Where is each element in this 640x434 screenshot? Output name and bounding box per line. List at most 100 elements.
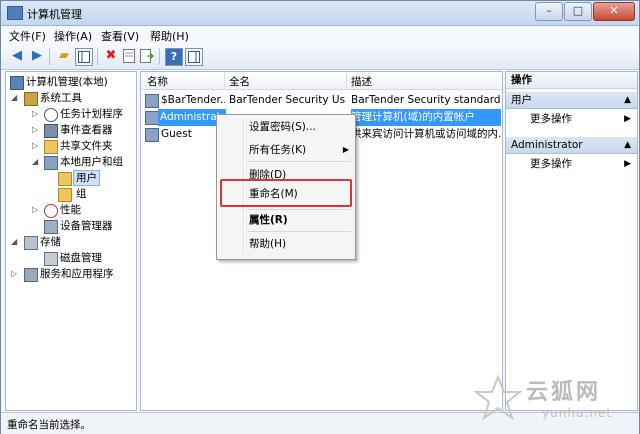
user-icon	[145, 111, 159, 125]
status-text: 重命名当前选择。	[7, 419, 91, 431]
actions-header-label: 操作	[511, 74, 532, 86]
event-viewer-icon	[44, 124, 58, 138]
actions-header: 操作	[506, 72, 637, 89]
menu-bar: 文件(F) 操作(A) 查看(V) 帮助(H)	[1, 26, 639, 44]
menu-view[interactable]: 查看(V)	[101, 28, 139, 44]
tree-label: 存储	[40, 236, 61, 248]
expanded-arrow-icon[interactable]: ◢	[11, 234, 17, 250]
tree-label: 共享文件夹	[60, 140, 113, 152]
user-icon	[145, 94, 159, 108]
tree-label: 设备管理器	[60, 220, 113, 232]
menu-separator	[247, 209, 351, 210]
watermark-cn: 云狐网	[526, 380, 602, 405]
folder-icon	[58, 188, 72, 202]
actions-pane: 操作 用户 ▲ 更多操作 ▶ Administrator ▲ 更多操作 ▶	[505, 71, 638, 411]
watermark-en: yunhu.net	[542, 406, 613, 420]
collapsed-arrow-icon[interactable]: ▷	[11, 266, 17, 282]
up-folder-icon[interactable]: ▰	[56, 48, 72, 64]
minimize-button[interactable]: –	[535, 2, 563, 21]
window-controls: – □ ✕	[534, 2, 635, 21]
shared-folder-icon	[44, 140, 58, 154]
collapsed-arrow-icon[interactable]: ▷	[32, 106, 38, 122]
column-header-fullname[interactable]: 全名	[229, 74, 250, 89]
services-icon	[24, 268, 38, 282]
toolbar-separator	[49, 48, 50, 65]
menu-separator	[247, 231, 351, 232]
menu-action[interactable]: 操作(A)	[54, 28, 92, 44]
close-button[interactable]: ✕	[593, 2, 635, 21]
fox-logo-icon	[474, 374, 522, 421]
user-fullname: BarTender Security Us...	[229, 94, 345, 106]
export-icon[interactable]	[139, 48, 155, 64]
computer-icon	[10, 76, 24, 90]
expanded-arrow-icon[interactable]: ◢	[11, 90, 17, 106]
user-description: BarTender Security standard u...	[351, 94, 501, 106]
menu-separator	[247, 161, 351, 162]
tree-label: 磁盘管理	[60, 252, 102, 264]
storage-icon	[24, 236, 38, 250]
more-actions-label: 更多操作	[530, 158, 572, 170]
collapse-arrow-icon[interactable]: ▲	[624, 92, 631, 109]
window-title: 计算机管理	[27, 8, 82, 21]
collapse-arrow-icon[interactable]: ▲	[624, 137, 631, 154]
properties-icon[interactable]	[121, 48, 137, 64]
tree-label: 组	[76, 188, 87, 200]
disk-icon	[44, 252, 58, 266]
more-actions-administrator[interactable]: 更多操作 ▶	[506, 156, 637, 173]
console-tree: 计算机管理(本地) ◢ 系统工具 ▷ 任务计划程序 ▷ 事件查看器 ▷ 共享文件…	[5, 71, 137, 411]
tools-icon	[24, 92, 38, 106]
help-icon[interactable]: ?	[165, 48, 183, 66]
more-actions-users[interactable]: 更多操作 ▶	[506, 111, 637, 128]
column-header-name[interactable]: 名称	[147, 74, 168, 89]
action-pane-icon[interactable]	[185, 48, 203, 66]
clock-icon	[44, 108, 58, 122]
menu-item-help[interactable]: 帮助(H)	[249, 236, 286, 252]
delete-icon[interactable]: ✖	[103, 48, 119, 64]
collapsed-arrow-icon[interactable]: ▷	[32, 138, 38, 154]
collapsed-arrow-icon[interactable]: ▷	[32, 202, 38, 218]
rename-highlight-box	[220, 179, 352, 207]
user-icon	[145, 128, 159, 142]
menu-help[interactable]: 帮助(H)	[150, 28, 189, 44]
title-bar[interactable]: 计算机管理 – □ ✕	[1, 1, 639, 26]
menu-item-properties[interactable]: 属性(R)	[249, 212, 288, 228]
show-hide-tree-icon[interactable]	[75, 48, 93, 66]
watermark: 云狐网 yunhu.net	[470, 372, 640, 434]
user-description: 供来宾访问计算机或访问域的内...	[351, 128, 501, 140]
list-header: 名称 全名 描述	[141, 72, 502, 90]
section-label: Administrator	[511, 139, 583, 151]
tree-label: 用户	[73, 170, 100, 186]
maximize-button[interactable]: □	[564, 2, 592, 21]
collapsed-arrow-icon[interactable]: ▷	[32, 122, 38, 138]
actions-section-administrator[interactable]: Administrator ▲	[506, 137, 637, 154]
menu-item-all-tasks[interactable]: 所有任务(K)	[249, 142, 306, 158]
toolbar-separator	[159, 48, 160, 65]
tree-label: 计算机管理(本地)	[26, 76, 108, 88]
user-name: $BarTender...	[161, 94, 225, 106]
section-label: 用户	[511, 94, 532, 106]
column-divider[interactable]	[346, 72, 347, 89]
submenu-arrow-icon: ▶	[624, 159, 631, 169]
column-header-description[interactable]: 描述	[351, 74, 372, 89]
submenu-arrow-icon: ▶	[342, 145, 349, 154]
menu-file[interactable]: 文件(F)	[9, 28, 46, 44]
performance-icon	[44, 204, 58, 218]
tree-label: 性能	[60, 204, 81, 216]
back-arrow-icon[interactable]: ◀	[9, 48, 25, 64]
more-actions-label: 更多操作	[530, 113, 572, 125]
column-divider[interactable]	[224, 72, 225, 89]
tree-label: 服务和应用程序	[40, 268, 114, 280]
forward-arrow-icon[interactable]: ▶	[29, 48, 45, 64]
actions-section-users[interactable]: 用户 ▲	[506, 92, 637, 109]
device-manager-icon	[44, 220, 58, 234]
users-group-icon	[44, 156, 58, 170]
menu-item-set-password[interactable]: 设置密码(S)...	[249, 119, 316, 135]
tree-label: 事件查看器	[60, 124, 113, 136]
expanded-arrow-icon[interactable]: ◢	[32, 154, 38, 170]
toolbar: ◀ ▶ ▰ ✖ ?	[1, 44, 639, 70]
tree-label: 任务计划程序	[60, 108, 123, 120]
list-item[interactable]: $BarTender... BarTender Security Us... B…	[141, 92, 502, 109]
toolbar-separator	[97, 48, 98, 65]
submenu-arrow-icon: ▶	[624, 114, 631, 124]
computer-management-icon	[7, 6, 23, 20]
